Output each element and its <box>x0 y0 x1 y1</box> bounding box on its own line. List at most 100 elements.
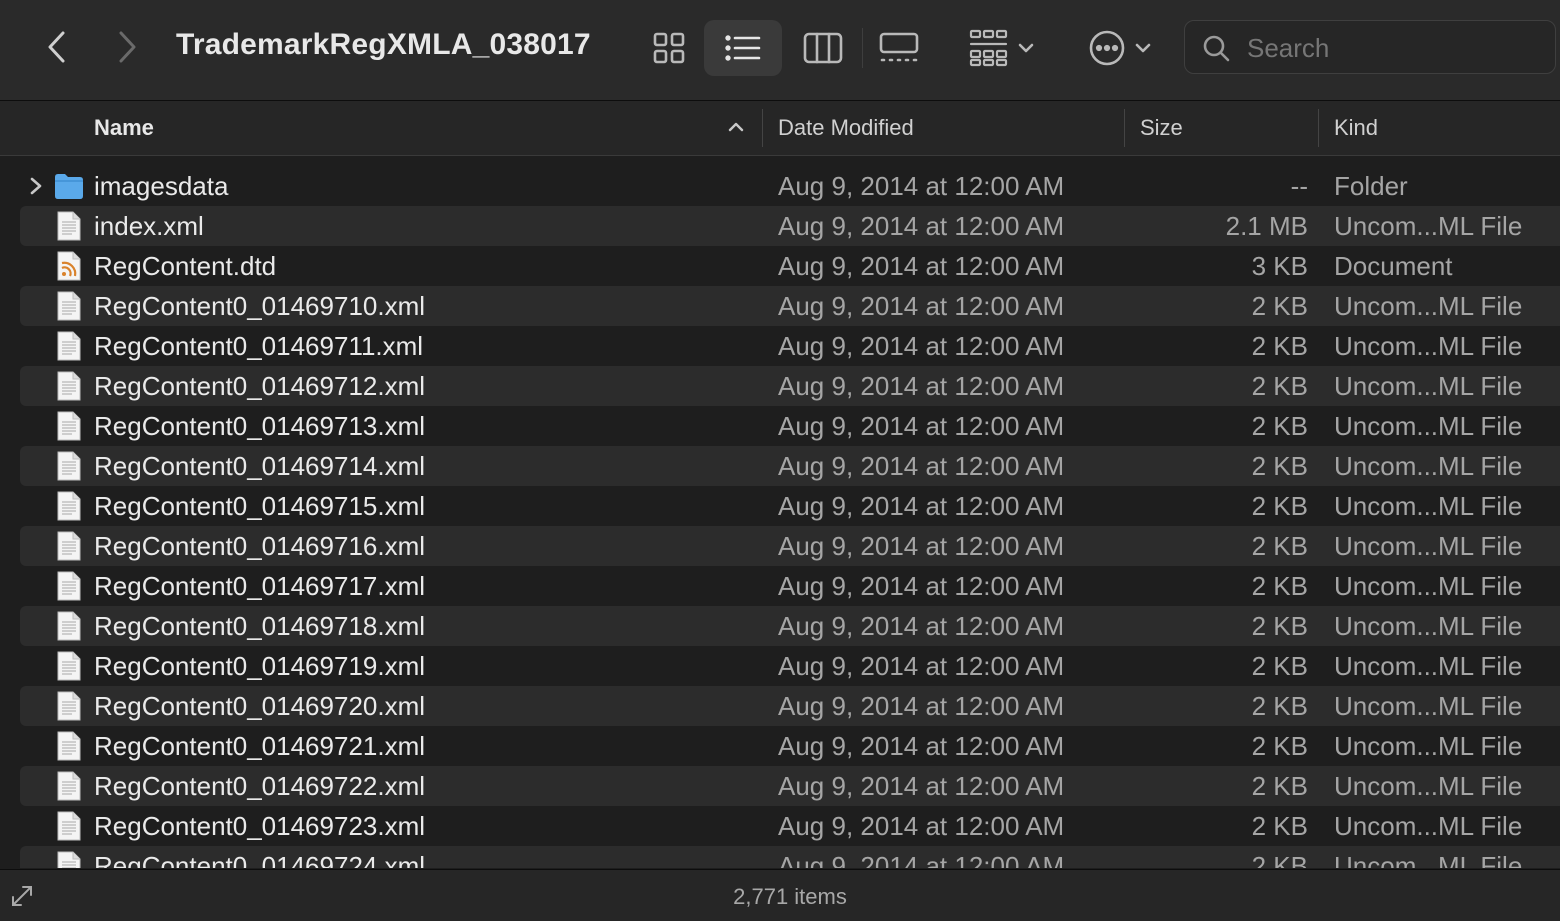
file-date-modified: Aug 9, 2014 at 12:00 AM <box>778 771 1065 801</box>
disclosure-triangle[interactable] <box>28 176 44 201</box>
file-row[interactable]: RegContent0_01469711.xml Aug 9, 2014 at 1… <box>20 326 1560 366</box>
column-divider[interactable] <box>762 109 763 147</box>
list-view-button[interactable] <box>704 20 782 76</box>
file-row[interactable]: RegContent.dtd Aug 9, 2014 at 12:00 AM 3 K… <box>20 246 1560 286</box>
file-name: RegContent0_01469712.xml <box>94 371 426 401</box>
xml-document-icon <box>54 731 84 761</box>
file-name: RegContent0_01469719.xml <box>94 651 426 681</box>
file-size: 2 KB <box>1251 731 1308 761</box>
file-name: RegContent0_01469714.xml <box>94 451 426 481</box>
file-size: 2 KB <box>1251 291 1308 321</box>
forward-button[interactable] <box>108 28 146 66</box>
item-count: 2,771 items <box>733 884 847 909</box>
file-row[interactable]: RegContent0_01469724.xml Aug 9, 2014 at 1… <box>20 846 1560 868</box>
xml-document-icon <box>54 691 84 721</box>
column-header-size[interactable]: Size <box>1140 101 1183 155</box>
file-date-modified: Aug 9, 2014 at 12:00 AM <box>778 491 1065 521</box>
file-name: RegContent0_01469718.xml <box>94 611 426 641</box>
file-row[interactable]: RegContent0_01469722.xml Aug 9, 2014 at 1… <box>20 766 1560 806</box>
xml-document-icon <box>54 771 84 801</box>
file-date-modified: Aug 9, 2014 at 12:00 AM <box>778 531 1065 561</box>
column-header-name[interactable]: Name <box>94 101 744 155</box>
file-row[interactable]: RegContent0_01469719.xml Aug 9, 2014 at 1… <box>20 646 1560 686</box>
sort-ascending-icon <box>726 119 746 138</box>
file-date-modified: Aug 9, 2014 at 12:00 AM <box>778 291 1065 321</box>
file-date-modified: Aug 9, 2014 at 12:00 AM <box>778 331 1065 361</box>
file-size: 2 KB <box>1251 571 1308 601</box>
file-kind: Uncom...ML File <box>1334 851 1523 868</box>
file-size: 2 KB <box>1251 371 1308 401</box>
file-name: RegContent0_01469710.xml <box>94 291 426 321</box>
file-row[interactable]: RegContent0_01469716.xml Aug 9, 2014 at 1… <box>20 526 1560 566</box>
file-row[interactable]: RegContent0_01469721.xml Aug 9, 2014 at 1… <box>20 726 1560 766</box>
file-row[interactable]: RegContent0_01469710.xml Aug 9, 2014 at 1… <box>20 286 1560 326</box>
file-size: 2 KB <box>1251 331 1308 361</box>
file-row[interactable]: index.xml Aug 9, 2014 at 12:00 AM 2.1 MB Un… <box>20 206 1560 246</box>
group-by-button[interactable] <box>960 20 1044 76</box>
file-date-modified: Aug 9, 2014 at 12:00 AM <box>778 171 1065 201</box>
file-row[interactable]: RegContent0_01469720.xml Aug 9, 2014 at 1… <box>20 686 1560 726</box>
column-view-button[interactable] <box>794 20 852 76</box>
search-input[interactable] <box>1245 29 1539 67</box>
file-size: 2 KB <box>1251 811 1308 841</box>
file-size: 2 KB <box>1251 691 1308 721</box>
file-date-modified: Aug 9, 2014 at 12:00 AM <box>778 651 1065 681</box>
file-row[interactable]: RegContent0_01469718.xml Aug 9, 2014 at 1… <box>20 606 1560 646</box>
file-name: RegContent0_01469713.xml <box>94 411 426 441</box>
file-row[interactable]: RegContent0_01469713.xml Aug 9, 2014 at 1… <box>20 406 1560 446</box>
file-date-modified: Aug 9, 2014 at 12:00 AM <box>778 411 1065 441</box>
xml-document-icon <box>54 331 84 361</box>
folder-icon <box>54 171 84 201</box>
file-name: RegContent0_01469716.xml <box>94 531 426 561</box>
file-row[interactable]: RegContent0_01469723.xml Aug 9, 2014 at 1… <box>20 806 1560 846</box>
file-date-modified: Aug 9, 2014 at 12:00 AM <box>778 211 1065 241</box>
chevron-right-icon <box>30 177 42 195</box>
search-field[interactable] <box>1184 20 1556 74</box>
file-row[interactable]: RegContent0_01469715.xml Aug 9, 2014 at 1… <box>20 486 1560 526</box>
more-actions-icon <box>1089 30 1125 66</box>
file-size: 2 KB <box>1251 771 1308 801</box>
more-actions-button[interactable] <box>1080 20 1160 76</box>
file-date-modified: Aug 9, 2014 at 12:00 AM <box>778 611 1065 641</box>
file-kind: Uncom...ML File <box>1334 771 1523 801</box>
file-date-modified: Aug 9, 2014 at 12:00 AM <box>778 691 1065 721</box>
group-icon <box>969 29 1008 67</box>
file-list: imagesdata Aug 9, 2014 at 12:00 AM -- Folde… <box>0 166 1560 868</box>
file-row[interactable]: RegContent0_01469717.xml Aug 9, 2014 at 1… <box>20 566 1560 606</box>
file-date-modified: Aug 9, 2014 at 12:00 AM <box>778 251 1065 281</box>
file-name: RegContent0_01469717.xml <box>94 571 426 601</box>
file-row[interactable]: RegContent0_01469712.xml Aug 9, 2014 at 1… <box>20 366 1560 406</box>
gallery-view-button[interactable] <box>870 20 928 76</box>
column-header-kind[interactable]: Kind <box>1334 101 1378 155</box>
file-kind: Uncom...ML File <box>1334 331 1523 361</box>
file-kind: Uncom...ML File <box>1334 731 1523 761</box>
xml-document-icon <box>54 491 84 521</box>
folder-row[interactable]: imagesdata Aug 9, 2014 at 12:00 AM -- Folde… <box>20 166 1560 206</box>
file-name: RegContent0_01469723.xml <box>94 811 426 841</box>
file-size: 2 KB <box>1251 451 1308 481</box>
file-size: 2 KB <box>1251 411 1308 441</box>
file-row[interactable]: RegContent0_01469714.xml Aug 9, 2014 at 1… <box>20 446 1560 486</box>
file-name: RegContent0_01469722.xml <box>94 771 426 801</box>
column-header-date[interactable]: Date Modified <box>778 101 914 155</box>
column-divider[interactable] <box>1318 109 1319 147</box>
back-button[interactable] <box>38 28 76 66</box>
list-view-icon <box>725 35 761 61</box>
file-kind: Uncom...ML File <box>1334 611 1523 641</box>
column-view-icon <box>803 32 843 64</box>
file-name: RegContent0_01469720.xml <box>94 691 426 721</box>
xml-document-icon <box>54 851 84 868</box>
xml-document-icon <box>54 571 84 601</box>
column-divider[interactable] <box>1124 109 1125 147</box>
file-size: 2 KB <box>1251 611 1308 641</box>
icon-view-icon <box>653 32 685 64</box>
file-date-modified: Aug 9, 2014 at 12:00 AM <box>778 371 1065 401</box>
file-date-modified: Aug 9, 2014 at 12:00 AM <box>778 451 1065 481</box>
file-kind: Folder <box>1334 171 1408 201</box>
file-date-modified: Aug 9, 2014 at 12:00 AM <box>778 811 1065 841</box>
icon-view-button[interactable] <box>640 20 698 76</box>
xml-document-icon <box>54 811 84 841</box>
gallery-view-icon <box>879 32 919 62</box>
column-header-row: Name Date Modified Size Kind <box>0 101 1560 156</box>
file-kind: Uncom...ML File <box>1334 651 1523 681</box>
